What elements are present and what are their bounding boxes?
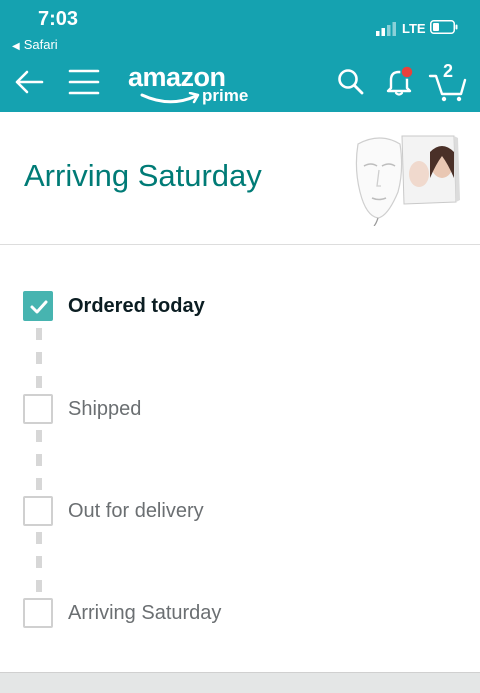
step-checkbox-empty	[23, 496, 53, 526]
network-type: LTE	[402, 21, 426, 36]
step-label: Shipped	[68, 398, 142, 420]
step-label: Ordered today	[68, 295, 205, 317]
back-arrow-icon[interactable]	[14, 68, 44, 96]
search-icon[interactable]	[337, 68, 365, 96]
logo-prime-text: prime	[202, 86, 249, 105]
amazon-nav-bar: amazon prime 2	[0, 56, 480, 112]
status-bar: 7:03 ◀ Safari LTE	[0, 0, 480, 56]
signal-bars-icon	[376, 22, 396, 36]
progress-connector	[36, 430, 42, 494]
cart-button[interactable]: 2	[428, 61, 468, 102]
back-to-safari-link[interactable]: ◀ Safari	[12, 37, 58, 52]
bottom-divider-bar	[0, 672, 480, 693]
notification-dot	[400, 65, 414, 79]
back-app-label: Safari	[23, 37, 58, 52]
amazon-prime-logo[interactable]: amazon prime	[128, 62, 254, 106]
tracking-step-out-for-delivery: Out for delivery	[23, 496, 463, 530]
step-checkbox-empty	[23, 598, 53, 628]
menu-icon[interactable]	[68, 68, 100, 96]
back-triangle-icon: ◀	[12, 41, 20, 52]
amazon-smile-icon	[140, 92, 200, 104]
arrival-title: Arriving Saturday	[24, 158, 262, 193]
checkmark-icon	[30, 300, 48, 314]
battery-icon	[430, 20, 458, 34]
tracking-step-shipped: Shipped	[23, 394, 463, 428]
tracking-step-arriving: Arriving Saturday	[23, 598, 463, 632]
progress-connector	[36, 328, 42, 392]
shipment-header: Arriving Saturday	[0, 112, 480, 245]
tracking-step-ordered: Ordered today	[23, 291, 463, 325]
step-label: Out for delivery	[68, 500, 204, 522]
step-label: Arriving Saturday	[68, 602, 222, 624]
status-time: 7:03	[38, 8, 79, 30]
led-face-mask-product-icon[interactable]	[350, 134, 460, 226]
step-checkbox-checked	[23, 291, 53, 321]
progress-connector	[36, 532, 42, 598]
cart-count: 2	[443, 61, 454, 81]
step-checkbox-empty	[23, 394, 53, 424]
notifications-bell-icon[interactable]	[382, 64, 416, 98]
tracking-progress: Ordered today Shipped Out for delivery A…	[0, 244, 480, 672]
